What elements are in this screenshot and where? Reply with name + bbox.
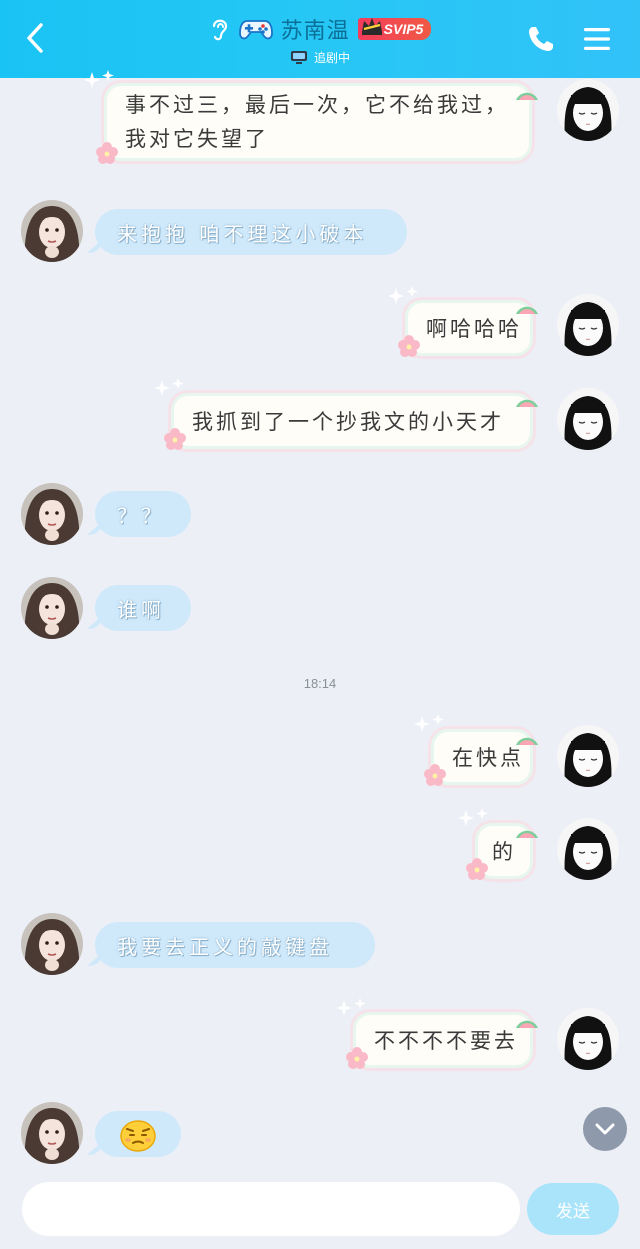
crown-icon <box>361 18 382 35</box>
watermelon-decoration-icon <box>516 830 538 838</box>
message-text: 我要去正义的敲键盘 <box>117 934 333 959</box>
message-text: 啊哈哈哈 <box>426 317 522 341</box>
scroll-to-bottom-button[interactable] <box>583 1107 627 1151</box>
menu-button[interactable] <box>582 24 612 54</box>
avatar-me[interactable] <box>557 725 619 787</box>
phone-icon <box>529 27 553 51</box>
avatar-other[interactable] <box>21 1102 83 1164</box>
avatar-other[interactable] <box>21 913 83 975</box>
avatar-me[interactable] <box>557 294 619 356</box>
gamepad-icon <box>238 20 273 40</box>
avatar-other[interactable] <box>21 200 83 262</box>
watermelon-decoration-icon <box>516 306 538 314</box>
flower-decoration-icon <box>346 1047 368 1069</box>
watermelon-decoration-icon <box>516 737 538 745</box>
sad-face-emoji-icon <box>120 1120 156 1152</box>
watermelon-decoration-icon <box>516 399 538 407</box>
message-input[interactable] <box>22 1182 520 1236</box>
avatar-other[interactable] <box>21 577 83 639</box>
watermelon-decoration-icon <box>516 92 538 100</box>
message-bubble-received[interactable]: ？？ <box>95 491 191 537</box>
time-divider: 18:14 <box>303 676 337 691</box>
tv-icon <box>290 51 307 64</box>
flower-decoration-icon <box>424 764 446 786</box>
avatar-other[interactable] <box>21 483 83 545</box>
message-bubble-sent[interactable]: 不不不不要去 <box>356 1015 530 1065</box>
message-bubble-received[interactable] <box>95 1111 181 1157</box>
message-bubble-received[interactable]: 来抱抱 咱不理这小破本 <box>95 209 407 255</box>
message-text: 不不不不要去 <box>374 1029 518 1053</box>
ear-icon <box>212 19 227 41</box>
message-bubble-received[interactable]: 谁啊 <box>95 585 191 631</box>
message-bubble-received[interactable]: 我要去正义的敲键盘 <box>95 922 375 968</box>
chat-title: 苏南温 <box>280 18 350 43</box>
flower-decoration-icon <box>398 335 420 357</box>
svip-level: SVIP5 <box>383 21 424 37</box>
avatar-me[interactable] <box>557 79 619 141</box>
message-text: 来抱抱 咱不理这小破本 <box>117 221 368 246</box>
menu-icon <box>584 28 610 50</box>
flower-decoration-icon <box>466 858 488 880</box>
message-text: 事不过三，最后一次，它不给我过，我对它失望了 <box>125 93 509 151</box>
flower-decoration-icon <box>96 142 118 164</box>
message-bubble-sent[interactable]: 啊哈哈哈 <box>408 303 530 353</box>
flower-decoration-icon <box>164 428 186 450</box>
message-text: 的 <box>492 840 516 864</box>
send-button[interactable]: 发送 <box>527 1183 619 1235</box>
message-bubble-sent[interactable]: 事不过三，最后一次，它不给我过，我对它失望了 <box>107 86 529 158</box>
message-text: 谁啊 <box>117 597 165 622</box>
chat-header: 苏南温 SVIP5 追剧中 <box>0 0 640 78</box>
message-bubble-sent[interactable]: 我抓到了一个抄我文的小天才 <box>174 396 530 446</box>
status-text: 追剧中 <box>313 50 350 65</box>
avatar-me[interactable] <box>557 1008 619 1070</box>
chevron-down-icon <box>595 1123 615 1135</box>
message-text: ？？ <box>117 503 165 528</box>
message-text: 我抓到了一个抄我文的小天才 <box>192 410 504 434</box>
svip-badge[interactable]: SVIP5 <box>357 18 432 40</box>
call-button[interactable] <box>526 24 556 54</box>
avatar-me[interactable] <box>557 388 619 450</box>
avatar-me[interactable] <box>557 818 619 880</box>
watermelon-decoration-icon <box>516 1020 538 1028</box>
